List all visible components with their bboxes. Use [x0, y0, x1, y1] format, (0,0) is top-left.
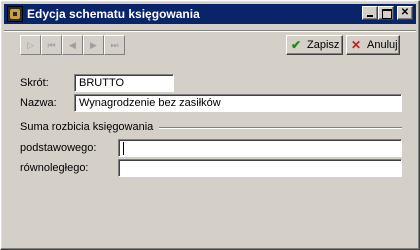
record-navigator: ▷ ⏮ ◀ ▶ ⏭: [20, 35, 125, 55]
close-button[interactable]: ✕: [397, 6, 413, 20]
check-icon: ✔: [291, 38, 302, 52]
dialog-window: Edycja schematu księgowania ✕ ▷ ⏮ ◀ ▶ ⏭ …: [0, 0, 420, 250]
short-label: Skrót:: [20, 77, 49, 89]
first-record-icon[interactable]: ▷: [20, 35, 41, 55]
save-button-label: Zapisz: [307, 39, 340, 51]
close-icon: ✕: [351, 38, 362, 52]
text-caret: [123, 142, 124, 155]
basic-field[interactable]: [118, 139, 402, 157]
short-field[interactable]: BRUTTO: [74, 74, 174, 92]
window-title: Edycja schematu księgowania: [27, 7, 200, 21]
save-button[interactable]: ✔ Zapisz: [286, 35, 343, 55]
toolbar-divider: [4, 30, 416, 32]
next-icon[interactable]: ▶: [83, 35, 104, 55]
app-icon[interactable]: [7, 6, 23, 22]
parallel-label: równoległego:: [20, 162, 89, 174]
previous-icon[interactable]: ◀: [62, 35, 83, 55]
skip-first-icon[interactable]: ⏮: [41, 35, 62, 55]
group-divider: [159, 127, 402, 129]
cancel-button[interactable]: ✕ Anuluj: [346, 35, 400, 55]
cancel-button-label: Anuluj: [367, 39, 398, 51]
skip-last-icon[interactable]: ⏭: [104, 35, 125, 55]
minimize-button[interactable]: [362, 6, 378, 20]
parallel-field[interactable]: [118, 159, 402, 177]
basic-label: podstawowego:: [20, 142, 97, 154]
maximize-button[interactable]: [378, 6, 394, 20]
title-bar[interactable]: Edycja schematu księgowania ✕: [4, 4, 416, 24]
name-label: Nazwa:: [20, 97, 57, 109]
group-title: Suma rozbicia księgowania: [20, 121, 154, 133]
name-field[interactable]: Wynagrodzenie bez zasiłków: [74, 94, 402, 112]
